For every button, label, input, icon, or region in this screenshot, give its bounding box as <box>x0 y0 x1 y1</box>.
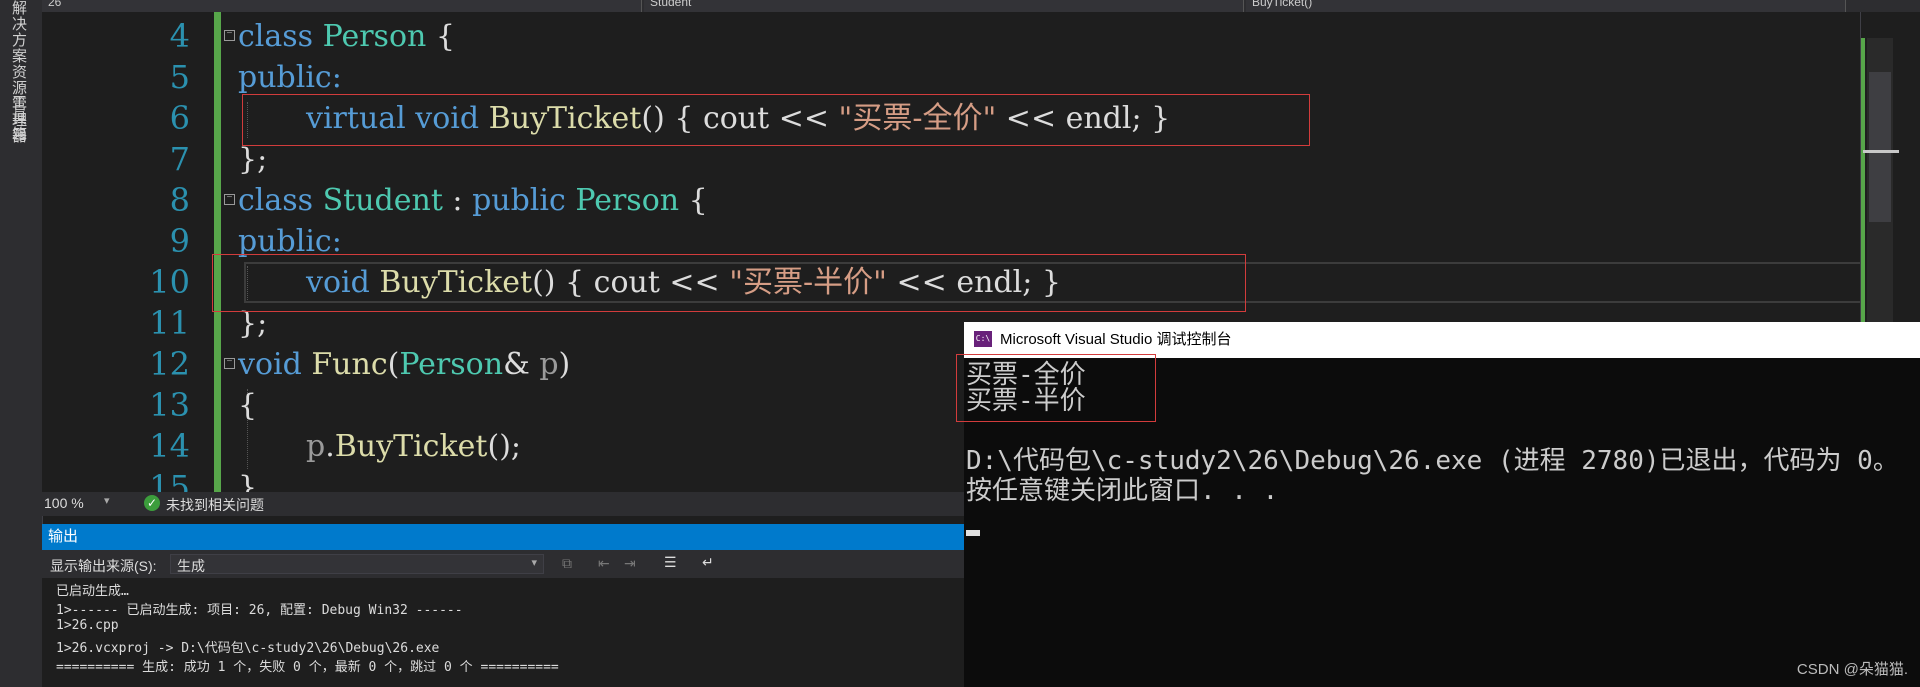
left-dock-strip: 解决方案资源管理器 工具箱 <box>0 0 43 687</box>
code-token: BuyTicket <box>334 429 488 464</box>
console-line: 按任意键关闭此窗口. . . <box>966 476 1279 506</box>
code-token: : <box>442 183 473 218</box>
annotation-box-virtual <box>242 94 1310 146</box>
issues-status[interactable]: 未找到相关问题 <box>166 495 264 515</box>
clear-all-icon[interactable]: ☰ <box>664 554 677 571</box>
word-wrap-icon[interactable]: ↵ <box>702 554 714 571</box>
output-source-value: 生成 <box>177 558 205 574</box>
next-message-icon[interactable]: ⇥ <box>624 555 636 572</box>
line-number: 8 <box>169 181 190 219</box>
console-line: D:\代码包\c-study2\26\Debug\26.exe (进程 2780… <box>966 446 1899 476</box>
line-number: 6 <box>169 99 190 137</box>
collapse-toggle-icon[interactable]: − <box>224 30 235 41</box>
member-dropdown-value: BuyTicket() <box>1252 0 1313 9</box>
code-line-5: public: <box>238 57 342 98</box>
code-token: Person <box>399 347 504 382</box>
find-message-icon[interactable]: ⧉ <box>562 555 572 572</box>
console-title-bar[interactable]: C:\ Microsoft Visual Studio 调试控制台 <box>964 322 1920 358</box>
check-circle-icon: ✓ <box>144 495 160 511</box>
code-token: public: <box>238 60 342 95</box>
console-app-icon: C:\ <box>974 331 992 347</box>
chevron-down-icon: ▾ <box>104 495 110 507</box>
collapse-toggle-icon[interactable]: − <box>224 194 235 205</box>
watermark: CSDN @朵猫猫. <box>1796 661 1908 678</box>
output-text-area[interactable]: 已启动生成… 1>------ 已启动生成: 项目: 26, 配置: Debug… <box>42 578 964 687</box>
code-token: { <box>238 388 258 423</box>
scroll-thumb[interactable] <box>1869 72 1891 222</box>
line-number: 10 <box>149 263 190 301</box>
output-source-dropdown[interactable]: 生成 ▾ <box>170 554 544 574</box>
member-dropdown[interactable]: BuyTicket()▾ <box>1246 0 1846 12</box>
code-token: public <box>472 183 566 218</box>
code-token: ( <box>387 347 400 382</box>
previous-message-icon[interactable]: ⇤ <box>598 555 610 572</box>
project-dropdown[interactable]: 26▾ <box>42 0 642 12</box>
code-line-4: class Person { <box>238 16 455 57</box>
zoom-level-dropdown[interactable]: 100 % <box>44 495 84 511</box>
output-pane-title: 输出 <box>42 524 964 550</box>
output-toolbar: 显示输出来源(S): 生成 ▾ ⧉ ⇤ ⇥ ☰ ↵ <box>42 550 964 578</box>
code-token: }; <box>238 142 268 177</box>
output-line: 已启动生成… <box>56 584 129 599</box>
line-number: 11 <box>149 304 190 342</box>
output-line: 1>26.cpp <box>56 618 119 633</box>
annotation-box-output <box>956 354 1156 422</box>
chevron-down-icon: ▾ <box>531 557 537 569</box>
code-line-12: void Func(Person& p) <box>238 344 570 385</box>
code-line-13: { <box>238 385 257 426</box>
code-line-8: class Student : public Person { <box>238 180 708 221</box>
code-token: { <box>679 183 708 218</box>
code-line-15: } <box>238 467 257 492</box>
code-token: Person <box>322 19 427 54</box>
annotation-box-override <box>212 254 1246 312</box>
console-cursor <box>966 530 980 536</box>
output-line: ========== 生成: 成功 1 个，失败 0 个，最新 0 个，跳过 0… <box>56 660 559 675</box>
line-number: 4 <box>169 17 190 55</box>
line-number: 12 <box>149 345 190 383</box>
line-number: 13 <box>149 386 190 424</box>
code-token: ) <box>558 347 571 382</box>
code-token: Person <box>575 183 680 218</box>
line-number: 9 <box>169 222 190 260</box>
code-line-14: p.BuyTicket(); <box>306 426 521 467</box>
output-line: 1>26.vcxproj -> D:\代码包\c-study2\26\Debug… <box>56 641 440 656</box>
code-token: . <box>325 429 335 464</box>
line-number: 7 <box>169 140 190 178</box>
line-number: 15 <box>149 468 190 492</box>
code-token: Student <box>322 183 443 218</box>
line-number: 5 <box>169 58 190 96</box>
code-token: { <box>426 19 455 54</box>
output-source-label: 显示输出来源(S): <box>50 558 157 574</box>
class-dropdown[interactable]: Student▾ <box>644 0 1244 12</box>
console-title: Microsoft Visual Studio 调试控制台 <box>1000 331 1232 348</box>
code-token: p <box>539 347 559 382</box>
code-token: class <box>238 183 314 218</box>
code-token: (); <box>487 429 521 464</box>
project-dropdown-value: 26 <box>48 0 62 9</box>
code-token: p <box>306 429 326 464</box>
output-line: 1>------ 已启动生成: 项目: 26, 配置: Debug Win32 … <box>56 603 463 618</box>
collapse-toggle-icon[interactable]: − <box>224 358 235 369</box>
code-token: Func <box>311 347 388 382</box>
code-token: } <box>238 470 258 492</box>
change-tracking-bar <box>214 12 221 492</box>
console-output[interactable]: 买票-全价 买票-半价 D:\代码包\c-study2\26\Debug\26.… <box>956 354 1920 687</box>
code-token: void <box>238 347 302 382</box>
code-token: & <box>503 347 540 382</box>
class-dropdown-value: Student <box>650 0 692 9</box>
caret-marker <box>1863 150 1899 153</box>
toolbox-tab[interactable]: 工具箱 <box>8 94 29 142</box>
line-number: 14 <box>149 427 190 465</box>
code-token: class <box>238 19 314 54</box>
